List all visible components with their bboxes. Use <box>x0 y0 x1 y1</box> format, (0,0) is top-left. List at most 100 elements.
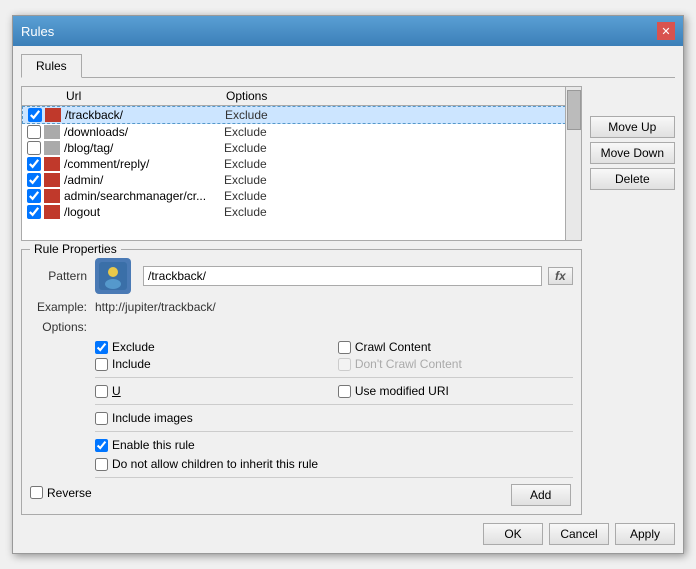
use-full-uri-checkbox[interactable] <box>95 385 108 398</box>
dont-crawl-checkbox[interactable] <box>338 358 351 371</box>
add-button[interactable]: Add <box>511 484 571 506</box>
include-images-option: Include images <box>95 411 573 425</box>
example-label: Example: <box>30 300 95 314</box>
include-option: Include <box>95 357 330 371</box>
delete-button[interactable]: Delete <box>590 168 675 190</box>
row-icon <box>44 141 60 155</box>
example-value: http://jupiter/trackback/ <box>95 300 216 314</box>
use-modified-uri-checkbox[interactable] <box>338 385 351 398</box>
table-row[interactable]: /logout Exclude <box>22 204 581 220</box>
row-icon <box>44 157 60 171</box>
row-checkbox[interactable] <box>26 141 42 155</box>
exclude-label[interactable]: Exclude <box>112 340 155 354</box>
row-option: Exclude <box>224 157 577 171</box>
scrollbar-thumb[interactable] <box>567 90 581 130</box>
row-icon <box>45 108 61 122</box>
example-row: Example: http://jupiter/trackback/ <box>30 300 573 314</box>
separator-3 <box>95 431 573 432</box>
no-children-checkbox[interactable] <box>95 458 108 471</box>
dialog-title: Rules <box>21 24 54 39</box>
rules-dialog: Rules ✕ Rules Url Options <box>12 15 684 554</box>
cancel-button[interactable]: Cancel <box>549 523 609 545</box>
table-row[interactable]: /blog/tag/ Exclude <box>22 140 581 156</box>
use-modified-uri-label[interactable]: Use modified URI <box>355 384 449 398</box>
row-url: /blog/tag/ <box>64 141 224 155</box>
fx-button[interactable]: fx <box>548 267 573 285</box>
reverse-label[interactable]: Reverse <box>47 486 92 500</box>
row-option: Exclude <box>224 205 577 219</box>
enable-rule-option: Enable this rule <box>95 438 573 452</box>
enable-rule-label[interactable]: Enable this rule <box>112 438 195 452</box>
row-url: admin/searchmanager/cr... <box>64 189 224 203</box>
dialog-body: Rules Url Options /trackback/ Ex <box>13 46 683 553</box>
row-icon <box>44 205 60 219</box>
no-children-option: Do not allow children to inherit this ru… <box>95 457 573 471</box>
row-url: /downloads/ <box>64 125 224 139</box>
row-checkbox[interactable] <box>26 125 42 139</box>
tab-rules[interactable]: Rules <box>21 54 82 78</box>
table-row[interactable]: admin/searchmanager/cr... Exclude <box>22 188 581 204</box>
use-full-uri-label[interactable]: U <box>112 384 121 398</box>
col-options-header: Options <box>226 89 577 103</box>
reverse-option: Reverse <box>30 486 92 500</box>
options-row: Options: <box>30 320 573 334</box>
row-option: Exclude <box>224 125 577 139</box>
include-images-checkbox[interactable] <box>95 412 108 425</box>
move-up-button[interactable]: Move Up <box>590 116 675 138</box>
table-body[interactable]: /trackback/ Exclude /downloads/ Exclude <box>22 106 581 234</box>
row-icon <box>44 173 60 187</box>
crawl-content-label[interactable]: Crawl Content <box>355 340 431 354</box>
include-images-label[interactable]: Include images <box>112 411 193 425</box>
table-row[interactable]: /admin/ Exclude <box>22 172 581 188</box>
move-down-button[interactable]: Move Down <box>590 142 675 164</box>
row-url: /trackback/ <box>65 108 225 122</box>
use-modified-uri-option: Use modified URI <box>338 384 573 398</box>
dont-crawl-option: Don't Crawl Content <box>338 357 573 371</box>
row-checkbox[interactable] <box>26 189 42 203</box>
include-label[interactable]: Include <box>112 357 151 371</box>
exclude-checkbox[interactable] <box>95 341 108 354</box>
col-url-header: Url <box>26 89 226 103</box>
pattern-label: Pattern <box>30 269 95 283</box>
pattern-input[interactable] <box>143 266 542 286</box>
main-layout: Url Options /trackback/ Exclude <box>21 86 675 515</box>
table-header: Url Options <box>22 87 581 106</box>
table-row[interactable]: /trackback/ Exclude <box>22 106 581 124</box>
pattern-row: Pattern fx <box>30 258 573 294</box>
use-full-uri-option: U <box>95 384 330 398</box>
rule-properties-panel: Rule Properties Pattern <box>21 249 582 515</box>
bottom-buttons: OK Cancel Apply <box>21 523 675 545</box>
options-label: Options: <box>30 320 95 334</box>
row-icon <box>44 189 60 203</box>
ok-button[interactable]: OK <box>483 523 543 545</box>
table-row[interactable]: /downloads/ Exclude <box>22 124 581 140</box>
row-option: Exclude <box>224 173 577 187</box>
row-icon <box>44 125 60 139</box>
rule-properties-label: Rule Properties <box>30 242 121 256</box>
row-option: Exclude <box>224 141 577 155</box>
no-children-label[interactable]: Do not allow children to inherit this ru… <box>112 457 318 471</box>
separator-4 <box>95 477 573 478</box>
row-checkbox[interactable] <box>26 173 42 187</box>
options-grid: Exclude Crawl Content Include Don't <box>95 340 573 371</box>
reverse-checkbox[interactable] <box>30 486 43 499</box>
title-bar: Rules ✕ <box>13 16 683 46</box>
scrollbar[interactable] <box>565 87 581 240</box>
crawl-content-checkbox[interactable] <box>338 341 351 354</box>
row-option: Exclude <box>225 108 576 122</box>
rules-table[interactable]: Url Options /trackback/ Exclude <box>21 86 582 241</box>
apply-button[interactable]: Apply <box>615 523 675 545</box>
row-checkbox[interactable] <box>26 205 42 219</box>
include-checkbox[interactable] <box>95 358 108 371</box>
separator-1 <box>95 377 573 378</box>
row-url: /logout <box>64 205 224 219</box>
row-checkbox[interactable] <box>27 108 43 122</box>
reverse-add-row: Reverse Add <box>30 484 573 506</box>
row-url: /comment/reply/ <box>64 157 224 171</box>
crawl-content-option: Crawl Content <box>338 340 573 354</box>
row-checkbox[interactable] <box>26 157 42 171</box>
table-row[interactable]: /comment/reply/ Exclude <box>22 156 581 172</box>
enable-rule-checkbox[interactable] <box>95 439 108 452</box>
dont-crawl-label[interactable]: Don't Crawl Content <box>355 357 462 371</box>
close-button[interactable]: ✕ <box>657 22 675 40</box>
